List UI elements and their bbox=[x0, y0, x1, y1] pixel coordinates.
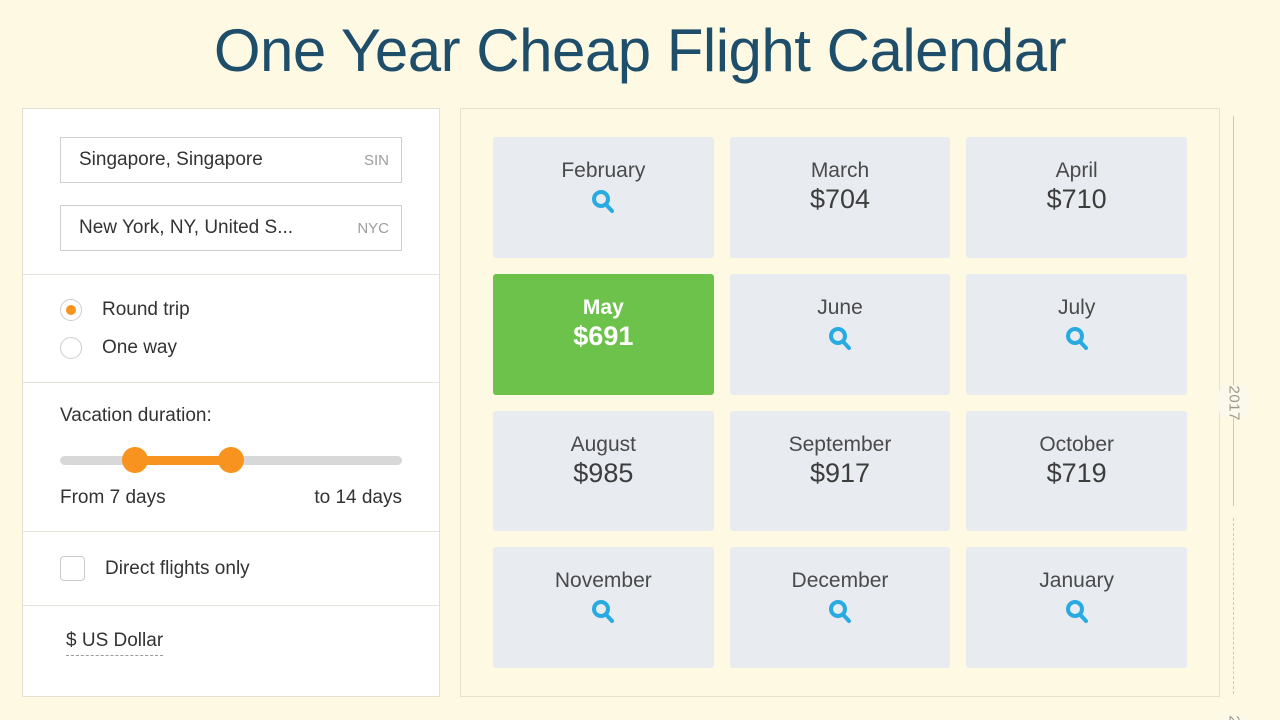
origin-airport-code: SIN bbox=[363, 151, 389, 169]
search-icon[interactable] bbox=[589, 188, 617, 216]
month-price: $691 bbox=[573, 320, 634, 351]
month-cell[interactable]: July bbox=[966, 273, 1187, 395]
vacation-duration-section: Vacation duration: From 7 days to 14 day… bbox=[23, 383, 439, 532]
month-name: September bbox=[788, 432, 892, 456]
month-grid: February March $704 April $710 May $691 June Jul… bbox=[493, 137, 1187, 668]
year-label-2017: 2017 bbox=[1218, 385, 1250, 421]
month-cell[interactable]: October $719 bbox=[966, 410, 1187, 532]
radio-one-way-label: One way bbox=[102, 336, 177, 358]
radio-round-trip-label: Round trip bbox=[102, 298, 190, 320]
currency-section: $ US Dollar bbox=[23, 606, 439, 656]
slider-handle-min[interactable] bbox=[122, 447, 149, 473]
month-price: $719 bbox=[1046, 457, 1107, 488]
month-cell[interactable]: September $917 bbox=[729, 410, 951, 532]
calendar-panel: February March $704 April $710 May $691 June Jul… bbox=[460, 108, 1220, 697]
month-name: August bbox=[570, 432, 637, 456]
year-line-2018 bbox=[1233, 518, 1234, 694]
month-cell[interactable]: August $985 bbox=[493, 410, 714, 532]
month-cell[interactable]: February bbox=[493, 137, 714, 258]
month-name: February bbox=[561, 159, 646, 182]
search-panel: Singapore, Singapore SIN New York, NY, U… bbox=[22, 108, 440, 697]
vacation-duration-label: Vacation duration: bbox=[60, 405, 212, 426]
destination-city-value: New York, NY, United S... bbox=[79, 217, 294, 238]
direct-flights-section: Direct flights only bbox=[23, 532, 439, 606]
destination-airport-code: NYC bbox=[357, 219, 389, 237]
month-name: April bbox=[1055, 159, 1098, 182]
destination-input[interactable]: New York, NY, United S... NYC bbox=[60, 205, 402, 251]
month-name: March bbox=[810, 159, 870, 182]
month-name: October bbox=[1039, 432, 1115, 456]
slider-selected-range bbox=[135, 456, 231, 465]
year-label-2018: 2018 bbox=[1218, 715, 1250, 720]
trip-type-section: Round trip One way bbox=[23, 275, 439, 383]
month-name: November bbox=[554, 569, 652, 593]
route-section: Singapore, Singapore SIN New York, NY, U… bbox=[23, 109, 439, 275]
duration-values: From 7 days to 14 days bbox=[60, 487, 402, 509]
search-icon[interactable] bbox=[589, 598, 617, 626]
month-cell[interactable]: December bbox=[729, 547, 951, 668]
year-line-2017 bbox=[1233, 116, 1234, 506]
direct-flights-label: Direct flights only bbox=[105, 557, 250, 579]
radio-round-trip[interactable]: Round trip bbox=[60, 295, 402, 324]
month-name: May bbox=[582, 295, 624, 319]
direct-flights-row[interactable]: Direct flights only bbox=[60, 556, 402, 581]
main-layout: Singapore, Singapore SIN New York, NY, U… bbox=[22, 108, 1262, 698]
month-cell[interactable]: June bbox=[729, 273, 951, 395]
search-icon[interactable] bbox=[1063, 325, 1091, 353]
page-title: One Year Cheap Flight Calendar bbox=[213, 17, 1067, 84]
month-cell[interactable]: March $704 bbox=[729, 137, 951, 258]
search-icon[interactable] bbox=[1063, 598, 1091, 626]
radio-selected-icon[interactable] bbox=[60, 298, 82, 321]
search-icon[interactable] bbox=[826, 325, 854, 353]
month-price: $917 bbox=[809, 457, 871, 488]
month-name: January bbox=[1039, 569, 1115, 593]
vacation-duration-slider[interactable] bbox=[60, 447, 402, 473]
month-name: July bbox=[1057, 295, 1096, 319]
radio-one-way[interactable]: One way bbox=[60, 333, 402, 362]
radio-unselected-icon[interactable] bbox=[60, 336, 82, 359]
month-price: $704 bbox=[809, 184, 871, 215]
duration-to-text: to 14 days bbox=[314, 487, 402, 508]
origin-input[interactable]: Singapore, Singapore SIN bbox=[60, 137, 402, 183]
search-icon[interactable] bbox=[826, 598, 854, 626]
origin-city-value: Singapore, Singapore bbox=[79, 149, 263, 170]
month-name: December bbox=[791, 569, 889, 593]
direct-flights-checkbox[interactable] bbox=[60, 556, 85, 581]
duration-from-text: From 7 days bbox=[60, 487, 166, 508]
month-cell[interactable]: January bbox=[966, 547, 1187, 668]
month-cell[interactable]: November bbox=[493, 547, 714, 668]
month-price: $710 bbox=[1046, 184, 1107, 215]
month-name: June bbox=[817, 295, 863, 319]
currency-selector[interactable]: $ US Dollar bbox=[66, 630, 164, 656]
month-price: $985 bbox=[573, 457, 634, 488]
month-cell[interactable]: May $691 bbox=[493, 273, 714, 395]
slider-handle-max[interactable] bbox=[218, 447, 244, 473]
month-cell[interactable]: April $710 bbox=[966, 137, 1187, 258]
year-rail: 2017 2018 bbox=[1218, 108, 1262, 720]
